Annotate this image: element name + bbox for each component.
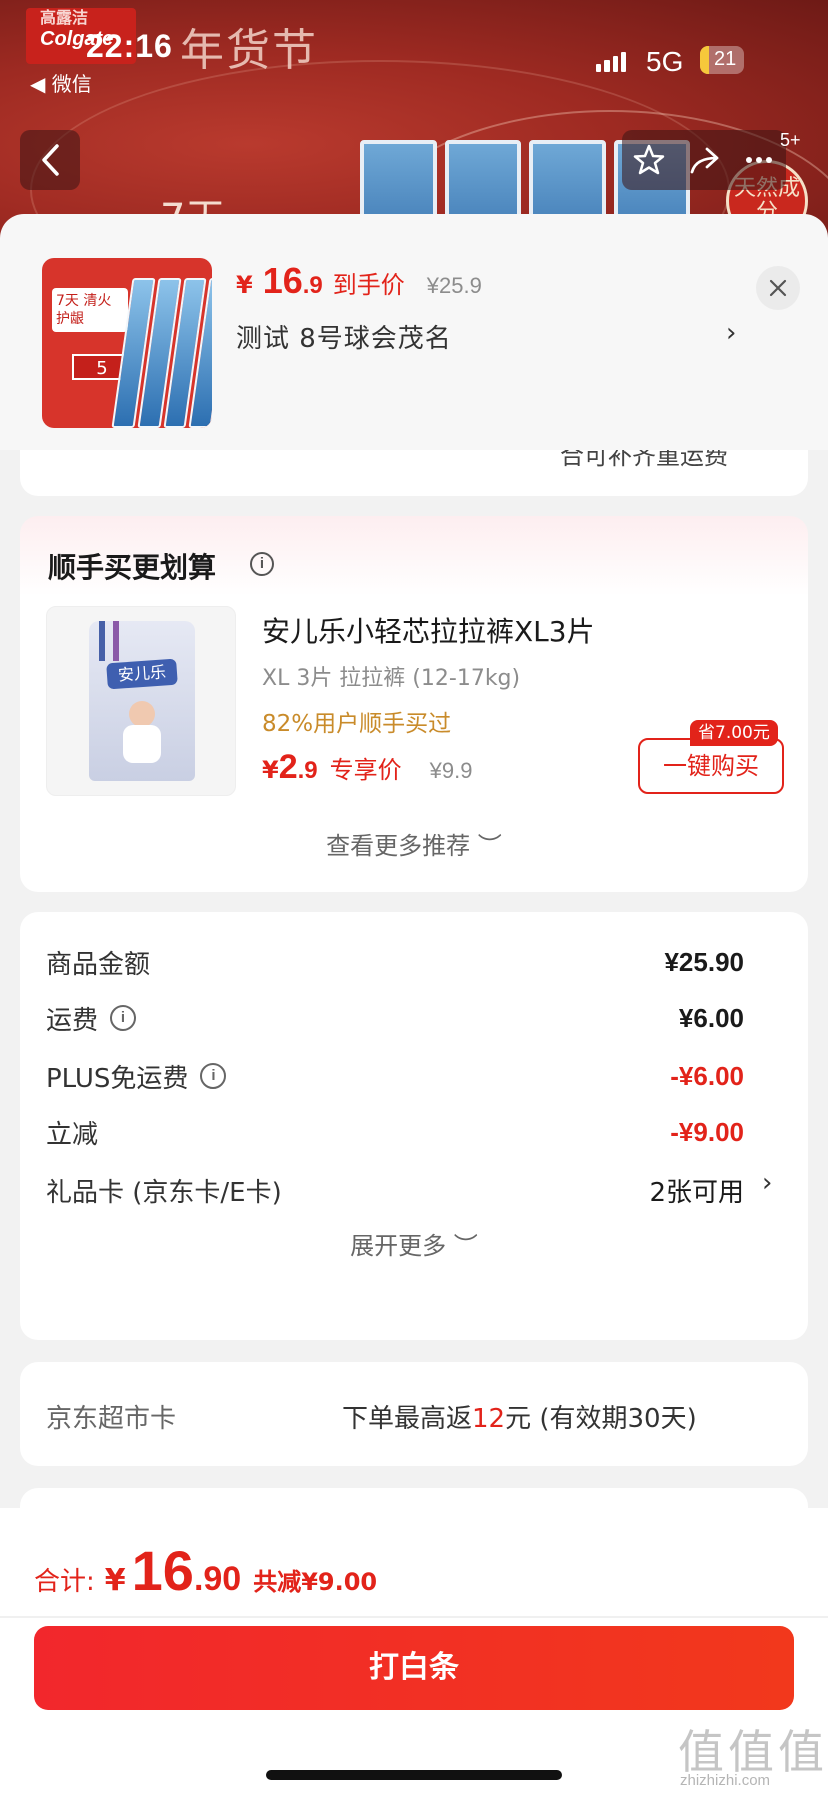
shipping-card: 合可补齐重运费 [20, 450, 808, 496]
recommend-product-name[interactable]: 安儿乐小轻芯拉拉裤XL3片 [262, 610, 595, 650]
amount-row-discount: 立减 -¥9.00 [46, 1112, 744, 1152]
amount-card: 商品金额 ¥25.90 运费 i ¥6.00 PLUS免运费 i -¥6.00 … [20, 912, 808, 1340]
supermarket-rebate: 下单最高返12元 (有效期30天) [342, 1398, 697, 1435]
home-indicator [266, 1770, 562, 1780]
pay-with-baitiao-button[interactable]: 打白条 [34, 1626, 794, 1710]
product-spec[interactable]: 测试 8号球会茂名 [236, 318, 452, 355]
rebate-text: 下单最高返 [342, 1404, 473, 1434]
supermarket-card: 京东超市卡 下单最高返12元 (有效期30天) [20, 1362, 808, 1466]
brand-cn: 高露洁 [40, 10, 89, 27]
star-icon[interactable] [632, 143, 666, 177]
recommend-product-spec: XL 3片 拉拉裤 (12-17kg) [262, 666, 521, 691]
price-integer: 16 [262, 260, 303, 301]
price-integer: 2 [278, 748, 298, 786]
battery-icon: 21 [700, 46, 744, 74]
product-thumbnail[interactable]: 7天 清火护龈 5 [42, 258, 212, 428]
total-label: 合计: [34, 1567, 95, 1597]
price-label: 到手价 [332, 271, 405, 299]
close-icon [769, 279, 787, 297]
rebate-amount: 12 [472, 1404, 506, 1434]
price-decimal: .9 [297, 757, 318, 784]
info-icon[interactable]: i [110, 1005, 137, 1031]
back-to-wechat[interactable]: ◀ 微信 [30, 68, 92, 97]
amount-label-group: 运费 i [46, 1000, 137, 1037]
original-price: ¥25.9 [426, 273, 482, 298]
baby-figure [129, 701, 155, 727]
expand-more-link[interactable]: 展开更多 ︶ [20, 1226, 808, 1261]
close-button[interactable] [756, 266, 800, 310]
amount-value: ¥6.00 [678, 1002, 744, 1033]
save-badge: 省7.00元 [690, 720, 778, 746]
info-icon[interactable]: i [250, 552, 274, 576]
amount-label: 立减 [46, 1119, 99, 1150]
product-price: ¥ 16 .9 到手价 ¥25.9 [236, 260, 482, 302]
shipping-hint: 合可补齐重运费 [560, 450, 728, 470]
info-icon[interactable]: i [200, 1063, 227, 1089]
network-type: 5G [646, 46, 684, 77]
total-decimal: .90 [193, 1560, 242, 1598]
baby-figure [123, 725, 161, 763]
total-currency: ¥ [104, 1563, 126, 1598]
amount-label: 运费 [46, 1005, 99, 1036]
rebate-text: 元 (有效期30天) [505, 1404, 697, 1434]
recommend-price: ¥ 2 .9 专享价 ¥9.9 [262, 748, 472, 787]
amount-row-goods: 商品金额 ¥25.90 [46, 942, 744, 982]
one-click-buy-button[interactable]: 一键购买 [638, 738, 784, 794]
battery-percent: 21 [714, 48, 737, 70]
checkout-bar: 合计: ¥ 16 .90 共减¥9.00 打白条 值值值 zhizhizhi.c… [0, 1508, 828, 1796]
total-savings: 共减¥9.00 [253, 1568, 378, 1596]
diaper-logo: 安儿乐 [106, 658, 178, 690]
amount-row-plus-free-shipping: PLUS免运费 i -¥6.00 [46, 1056, 744, 1096]
share-icon[interactable] [687, 143, 721, 177]
amount-row-shipping: 运费 i ¥6.00 [46, 998, 744, 1038]
price-label: 专享价 [329, 756, 402, 784]
signal-icon [596, 48, 626, 72]
amount-value: ¥25.90 [664, 946, 744, 977]
amount-label: 礼品卡 (京东卡/E卡) [46, 1177, 282, 1208]
amount-value: -¥6.00 [670, 1060, 744, 1091]
total-integer: 16 [131, 1539, 194, 1602]
chevron-right-icon[interactable]: › [726, 318, 736, 348]
amount-row-gift-card[interactable]: 礼品卡 (京东卡/E卡) 2张可用 [46, 1170, 744, 1210]
amount-value: -¥9.00 [670, 1116, 744, 1147]
pack-stripe [99, 621, 105, 661]
pack-stripe [113, 621, 119, 661]
divider [0, 1616, 828, 1618]
chevron-left-icon [42, 144, 59, 176]
top-actions [622, 130, 786, 190]
message-count-badge: 5+ [780, 130, 801, 150]
more-icon[interactable] [742, 143, 776, 177]
original-price: ¥9.9 [429, 758, 473, 783]
product-summary-sheet: 7天 清火护龈 5 ¥ 16 .9 到手价 ¥25.9 测试 8号球会茂名 › [0, 214, 828, 450]
back-button[interactable] [20, 130, 80, 190]
amount-value: 2张可用 [649, 1177, 744, 1208]
amount-label-group: PLUS免运费 i [46, 1058, 227, 1095]
recommend-card: 顺手买更划算 i 安儿乐 安儿乐小轻芯拉拉裤XL3片 XL 3片 拉拉裤 (12… [20, 516, 808, 892]
chevron-right-icon[interactable]: › [762, 1168, 772, 1198]
amount-label: PLUS免运费 [46, 1063, 189, 1094]
supermarket-label: 京东超市卡 [46, 1404, 177, 1434]
recommend-title: 顺手买更划算 [48, 551, 217, 584]
thumbnail-title: 7天 清火护龈 [52, 288, 128, 332]
price-currency: ¥ [236, 271, 253, 299]
amount-label: 商品金额 [46, 949, 151, 980]
festival-title: 年货节 [180, 25, 318, 76]
more-recommendations-link[interactable]: 查看更多推荐 ︶ [20, 826, 808, 861]
order-total: 合计: ¥ 16 .90 共减¥9.00 [34, 1538, 377, 1603]
price-currency: ¥ [262, 756, 279, 784]
status-time: 22:16 [86, 28, 173, 64]
site-watermark-url: zhizhizhi.com [680, 1772, 771, 1789]
bought-together-rate: 82%用户顺手买过 [262, 711, 452, 737]
price-decimal: .9 [302, 272, 323, 299]
battery-level [700, 46, 710, 74]
recommend-product-image[interactable]: 安儿乐 [46, 606, 236, 796]
